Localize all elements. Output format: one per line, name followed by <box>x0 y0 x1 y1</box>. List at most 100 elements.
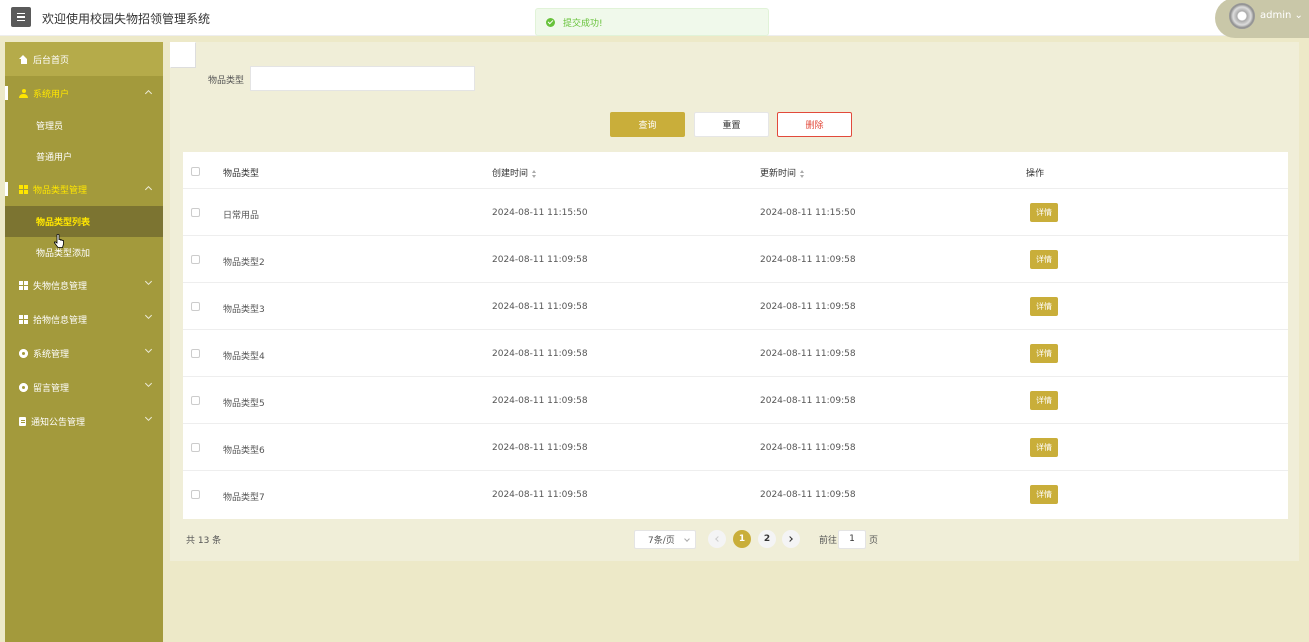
table-row: 物品类型2 2024-08-11 11:09:58 2024-08-11 11:… <box>183 236 1288 283</box>
table-row: 物品类型7 2024-08-11 11:09:58 2024-08-11 11:… <box>183 471 1288 518</box>
goto-suffix: 页 <box>869 536 879 546</box>
cell-type: 物品类型3 <box>223 305 265 315</box>
cell-created: 2024-08-11 11:09:58 <box>492 349 588 359</box>
sidebar-subitem-type-list[interactable]: 物品类型列表 <box>5 206 163 237</box>
home-icon <box>19 54 28 64</box>
detail-button[interactable]: 详情 <box>1030 344 1058 363</box>
toast-message: 提交成功! <box>563 18 603 29</box>
sidebar-subitem-admins[interactable]: 管理员 <box>5 110 163 141</box>
header-type: 物品类型 <box>223 169 260 179</box>
sidebar: 后台首页 系统用户 管理员 普通用户 物品类型管理 物品类型列表 物品类型添加 … <box>5 42 163 642</box>
delete-button[interactable]: 删除 <box>777 112 852 137</box>
cell-created: 2024-08-11 11:09:58 <box>492 255 588 265</box>
sidebar-item-label: 拾物信息管理 <box>33 315 88 326</box>
row-checkbox[interactable] <box>191 396 200 405</box>
reset-button[interactable]: 重置 <box>694 112 769 137</box>
chevron-down-icon <box>144 379 153 388</box>
cell-type: 物品类型7 <box>223 493 265 503</box>
sidebar-subitem-type-add[interactable]: 物品类型添加 <box>5 237 163 268</box>
chevron-right-icon <box>787 536 793 542</box>
goto-label: 前往 <box>819 536 838 546</box>
chevron-down-icon <box>144 345 153 354</box>
cell-updated: 2024-08-11 11:09:58 <box>760 396 856 406</box>
next-page-button[interactable] <box>782 530 800 548</box>
row-checkbox[interactable] <box>191 208 200 217</box>
cell-updated: 2024-08-11 11:09:58 <box>760 302 856 312</box>
cell-updated: 2024-08-11 11:15:50 <box>760 208 856 218</box>
document-icon <box>19 416 26 426</box>
grid-icon <box>19 184 28 194</box>
detail-button[interactable]: 详情 <box>1030 438 1058 457</box>
cell-created: 2024-08-11 11:09:58 <box>492 302 588 312</box>
cell-type: 物品类型4 <box>223 352 265 362</box>
prev-page-button[interactable] <box>708 530 726 548</box>
user-name[interactable]: admin ⌄ <box>1260 10 1303 21</box>
main-panel: 物品类型 查询 重置 删除 物品类型 创建时间 更新时间 操作 日常用品 202… <box>170 42 1299 561</box>
cell-created: 2024-08-11 11:09:58 <box>492 443 588 453</box>
user-menu[interactable]: admin ⌄ <box>1215 0 1309 38</box>
sidebar-item-label: 物品类型管理 <box>33 185 88 196</box>
cell-updated: 2024-08-11 11:09:58 <box>760 349 856 359</box>
row-checkbox[interactable] <box>191 302 200 311</box>
chevron-down-icon <box>684 536 690 542</box>
detail-button[interactable]: 详情 <box>1030 250 1058 269</box>
sidebar-item-label: 后台首页 <box>33 55 70 66</box>
avatar[interactable] <box>1229 3 1255 29</box>
hand-cursor-icon <box>54 234 64 248</box>
select-all-checkbox[interactable] <box>191 167 200 176</box>
sidebar-item-system-users[interactable]: 系统用户 <box>5 76 163 110</box>
header-op: 操作 <box>1026 169 1045 179</box>
item-type-search-input[interactable] <box>250 66 475 91</box>
success-toast: 提交成功! <box>535 8 769 36</box>
row-checkbox[interactable] <box>191 443 200 452</box>
sort-icon[interactable] <box>800 169 805 178</box>
sidebar-item-found-items[interactable]: 拾物信息管理 <box>5 302 163 336</box>
table-row: 物品类型4 2024-08-11 11:09:58 2024-08-11 11:… <box>183 330 1288 377</box>
row-checkbox[interactable] <box>191 490 200 499</box>
sidebar-subitem-users[interactable]: 普通用户 <box>5 141 163 172</box>
page-1-button[interactable]: 1 <box>733 530 751 548</box>
table-row: 物品类型5 2024-08-11 11:09:58 2024-08-11 11:… <box>183 377 1288 424</box>
cell-updated: 2024-08-11 11:09:58 <box>760 255 856 265</box>
detail-button[interactable]: 详情 <box>1030 485 1058 504</box>
row-checkbox[interactable] <box>191 255 200 264</box>
page-size-select[interactable]: 7条/页 <box>634 530 696 549</box>
detail-button[interactable]: 详情 <box>1030 391 1058 410</box>
chevron-down-icon <box>144 277 153 286</box>
total-count: 共 13 条 <box>186 536 222 546</box>
header-updated[interactable]: 更新时间 <box>760 166 805 179</box>
sidebar-item-notices[interactable]: 通知公告管理 <box>5 404 163 438</box>
table-row: 日常用品 2024-08-11 11:15:50 2024-08-11 11:1… <box>183 189 1288 236</box>
chevron-left-icon <box>715 536 721 542</box>
page-2-button[interactable]: 2 <box>758 530 776 548</box>
menu-toggle-icon[interactable] <box>11 7 31 27</box>
gear-icon <box>19 382 28 392</box>
row-checkbox[interactable] <box>191 349 200 358</box>
sidebar-item-home[interactable]: 后台首页 <box>5 42 163 76</box>
chevron-up-icon <box>144 185 153 194</box>
active-marker <box>5 182 8 196</box>
detail-button[interactable]: 详情 <box>1030 203 1058 222</box>
table-row: 物品类型3 2024-08-11 11:09:58 2024-08-11 11:… <box>183 283 1288 330</box>
table-header: 物品类型 创建时间 更新时间 操作 <box>183 152 1288 189</box>
query-button[interactable]: 查询 <box>610 112 685 137</box>
sidebar-item-system[interactable]: 系统管理 <box>5 336 163 370</box>
grid-icon <box>19 314 28 324</box>
cell-type: 物品类型5 <box>223 399 265 409</box>
cell-created: 2024-08-11 11:09:58 <box>492 396 588 406</box>
sidebar-item-lost-items[interactable]: 失物信息管理 <box>5 268 163 302</box>
chevron-down-icon <box>144 413 153 422</box>
detail-button[interactable]: 详情 <box>1030 297 1058 316</box>
sort-icon[interactable] <box>532 169 537 178</box>
header-created[interactable]: 创建时间 <box>492 166 537 179</box>
filter-label: 物品类型 <box>208 76 245 86</box>
sidebar-item-item-types[interactable]: 物品类型管理 <box>5 172 163 206</box>
page-size-value: 7条/页 <box>648 536 675 546</box>
cell-type: 物品类型2 <box>223 258 265 268</box>
chevron-down-icon <box>144 311 153 320</box>
sidebar-item-label: 通知公告管理 <box>31 417 86 428</box>
item-type-table: 物品类型 创建时间 更新时间 操作 日常用品 2024-08-11 11:15:… <box>183 152 1288 519</box>
chevron-up-icon <box>144 89 153 98</box>
sidebar-item-messages[interactable]: 留言管理 <box>5 370 163 404</box>
goto-page-input[interactable]: 1 <box>838 530 866 549</box>
